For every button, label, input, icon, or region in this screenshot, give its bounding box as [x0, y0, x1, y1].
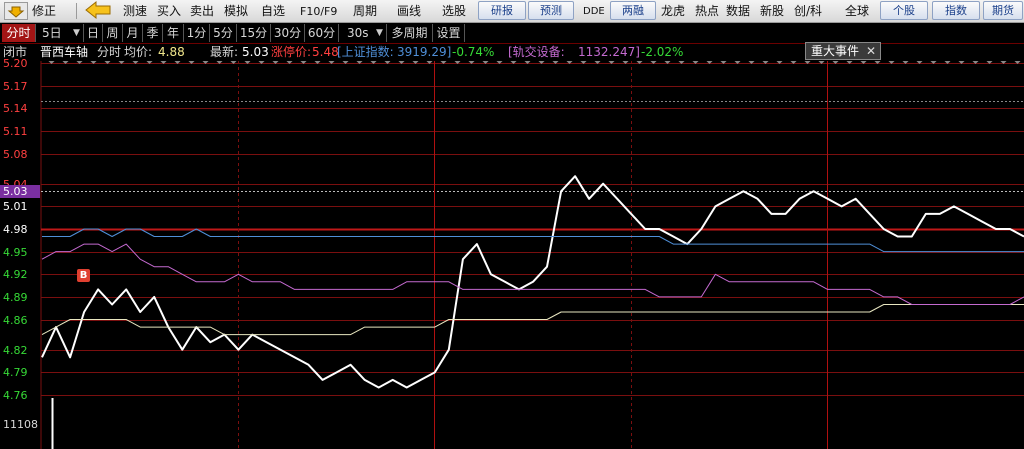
main-toolbar: 修正 测速 买入 卖出 模拟 自选 F10/F9 周期 画线 选股 研报 预测 …	[0, 0, 1024, 23]
avg-price-value: 4.88	[158, 45, 185, 59]
major-events-label: 重大事件	[811, 44, 860, 58]
buy-button[interactable]: 买入	[157, 0, 181, 22]
tab-monthly[interactable]: 月	[123, 24, 143, 42]
chart-mode: 分时	[97, 45, 122, 59]
data-button[interactable]: 数据	[726, 0, 750, 22]
seconds-select[interactable]: 30s	[341, 24, 371, 42]
tab-five-day[interactable]: 5日	[38, 24, 70, 42]
price-tick: 5.11	[3, 124, 28, 138]
chevron-down-icon[interactable]: ▼	[70, 24, 84, 42]
forecast-button[interactable]: 预测	[528, 1, 574, 20]
global-button[interactable]: 全球	[845, 0, 869, 22]
price-tick: 4.95	[3, 245, 28, 259]
close-icon[interactable]: ✕	[866, 43, 876, 59]
index-value: 3919.29]	[397, 45, 452, 59]
draw-button[interactable]: 画线	[397, 0, 421, 22]
sector-value: 1132.247]	[578, 45, 640, 59]
index-label: [上证指数:	[337, 45, 394, 59]
last-price-label: 最新:	[210, 45, 239, 59]
price-tick: 5.17	[3, 79, 28, 93]
watchlist-button[interactable]: 自选	[261, 0, 285, 22]
chevron-down-icon[interactable]: ▼	[373, 24, 387, 42]
tab-60min[interactable]: 60分	[305, 24, 339, 42]
dde-button[interactable]: DDE	[583, 0, 605, 22]
sector-label: [轨交设备:	[508, 45, 565, 59]
avg-price-line	[41, 304, 1024, 336]
arrow-down-icon	[7, 6, 25, 18]
stock-picker-button[interactable]: 选股	[442, 0, 466, 22]
price-tick: 5.01	[3, 200, 28, 214]
toolbar-divider	[76, 3, 77, 19]
tab-daily[interactable]: 日	[84, 24, 103, 42]
index-change: -0.74%	[452, 45, 495, 59]
fix-button[interactable]: 修正	[32, 0, 56, 22]
period-button[interactable]: 周期	[353, 0, 377, 22]
price-tick: 4.98	[3, 223, 28, 236]
f10-button[interactable]: F10/F9	[300, 0, 337, 22]
index-button[interactable]: 指数	[932, 1, 980, 20]
margin-button[interactable]: 两融	[610, 1, 656, 20]
tab-weekly[interactable]: 周	[103, 24, 123, 42]
buy-marker[interactable]: B	[77, 269, 90, 282]
price-tick: 4.79	[3, 366, 28, 380]
price-tick: 4.82	[3, 343, 28, 357]
price-tick: 5.14	[3, 102, 28, 116]
tab-30min[interactable]: 30分	[271, 24, 305, 42]
price-tick: 4.92	[3, 268, 28, 282]
price-tick: 4.76	[3, 389, 28, 402]
sector-change: -2.02%	[641, 45, 684, 59]
tab-15min[interactable]: 15分	[237, 24, 271, 42]
settings-button[interactable]: 设置	[433, 24, 465, 42]
multi-period-button[interactable]: 多周期	[387, 24, 433, 42]
tab-1min[interactable]: 1分	[184, 24, 210, 42]
limit-up-label: 涨停价:	[271, 45, 312, 59]
index-line	[42, 228, 1024, 253]
new-stocks-button[interactable]: 新股	[760, 0, 784, 22]
price-line	[41, 175, 1024, 389]
back-button[interactable]	[4, 2, 28, 20]
tab-quarterly[interactable]: 季	[143, 24, 163, 42]
speed-test-button[interactable]: 测速	[123, 0, 147, 22]
price-tick: 5.08	[3, 147, 28, 161]
current-price-tag: 5.03	[0, 185, 40, 199]
sell-button[interactable]: 卖出	[190, 0, 214, 22]
tab-intraday[interactable]: 分时	[2, 24, 36, 42]
futures-button[interactable]: 期货	[983, 1, 1023, 20]
tab-yearly[interactable]: 年	[163, 24, 184, 42]
dragon-tiger-button[interactable]: 龙虎	[661, 0, 685, 22]
period-bar: 分时 5日 ▼ 日 周 月 季 年 1分 5分 15分 30分 60分 30s …	[0, 23, 1024, 44]
simulate-button[interactable]: 模拟	[224, 0, 248, 22]
last-price-value: 5.03	[242, 45, 269, 59]
stock-name: 晋西车轴	[40, 45, 89, 59]
stock-button[interactable]: 个股	[880, 1, 928, 20]
volume-tick: 11108	[3, 418, 38, 431]
price-tick: 4.86	[3, 313, 28, 327]
star-market-button[interactable]: 创/科	[794, 0, 822, 22]
arrow-left-icon[interactable]	[84, 0, 112, 20]
limit-up-value: 5.48	[312, 45, 339, 59]
price-tick: 4.89	[3, 290, 28, 304]
intraday-chart[interactable]	[0, 61, 1024, 449]
tab-5min[interactable]: 5分	[210, 24, 237, 42]
research-button[interactable]: 研报	[478, 1, 526, 20]
avg-price-label: 均价:	[124, 45, 153, 59]
major-events-button[interactable]: 重大事件 ✕	[805, 42, 881, 60]
hot-topics-button[interactable]: 热点	[695, 0, 719, 22]
price-tick: 5.20	[3, 57, 28, 70]
